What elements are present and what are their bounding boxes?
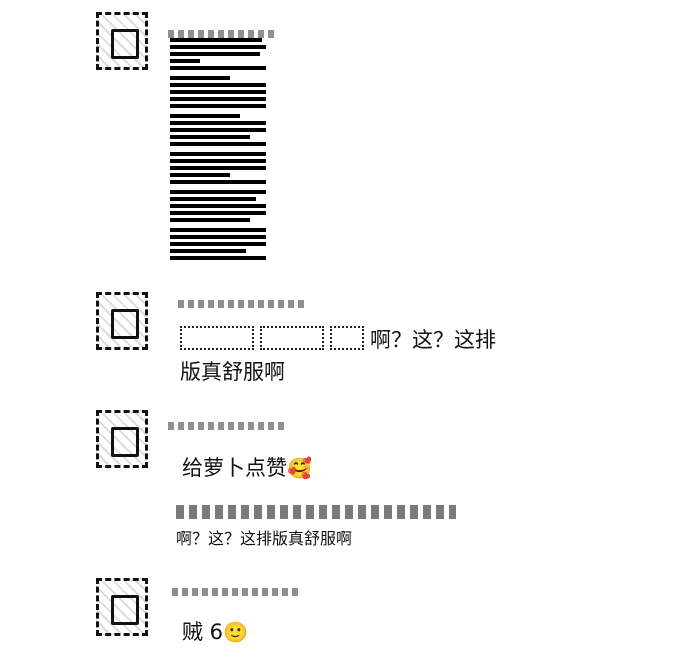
image-text-line [170,38,262,42]
image-text-line [170,142,266,146]
avatar[interactable] [96,12,148,70]
comment-text: 贼 6🙂 [182,616,248,648]
image-text-line [170,249,246,253]
avatar[interactable] [96,292,148,350]
image-text-line [170,90,266,94]
redacted-text [260,326,324,350]
comment-image[interactable] [170,38,268,268]
comment-text: 啊？这？这排 版真舒服啊 [180,324,496,388]
image-text-line [170,104,266,108]
image-text-line [170,135,250,139]
avatar[interactable] [96,578,148,636]
image-text-line [170,159,266,163]
image-text-line [170,97,266,101]
image-text-line [170,121,266,125]
image-text-line [170,45,266,49]
image-text-line [170,152,266,156]
image-text-line [170,197,256,201]
image-text-line [170,52,260,56]
image-text-line [170,76,230,80]
redacted-text [330,326,364,350]
reply-author-redacted [176,505,456,519]
image-text-line [170,128,266,132]
emoji-icon: 🙂 [223,620,248,644]
emoji-icon: 🥰 [287,456,312,480]
image-text-line [170,173,230,177]
image-text-line [170,59,200,63]
comment-body: 贼 6 [182,620,224,644]
image-text-line [170,66,266,70]
avatar[interactable] [96,410,148,468]
redacted-text [180,326,254,350]
username-redacted [168,30,278,38]
image-text-line [170,190,266,194]
image-text-line [170,218,250,222]
image-text-line [170,180,266,184]
username-redacted [172,588,298,596]
image-text-line [170,242,266,246]
reply-text: 啊？这？这排版真舒服啊 [176,529,353,548]
image-text-line [170,228,266,232]
username-redacted [168,422,288,430]
image-text-line [170,235,266,239]
image-text-line [170,83,266,87]
image-text-line [170,211,266,215]
comment-body: 给萝卜点赞 [182,456,287,480]
image-text-line [170,256,266,260]
username-redacted [178,300,308,308]
image-text-line [170,114,240,118]
comment-text: 给萝卜点赞🥰 [182,452,312,484]
image-text-line [170,166,266,170]
reply-preview[interactable]: 啊？这？这排版真舒服啊 [176,505,476,551]
image-text-line [170,204,266,208]
